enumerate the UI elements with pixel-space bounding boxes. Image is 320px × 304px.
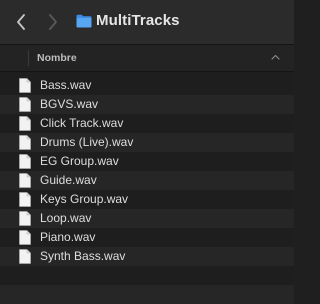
list-item[interactable]: Piano.wav (0, 228, 294, 247)
file-name: Bass.wav (40, 78, 92, 92)
list-item[interactable]: EG Group.wav (0, 152, 294, 171)
file-name: EG Group.wav (40, 154, 119, 168)
document-icon (19, 154, 31, 169)
list-item[interactable]: Bass.wav (0, 76, 294, 95)
list-item[interactable]: Synth Bass.wav (0, 247, 294, 266)
document-icon (19, 78, 31, 93)
document-icon (19, 211, 31, 226)
back-button[interactable] (12, 12, 30, 32)
chevron-right-icon (49, 14, 57, 30)
document-icon (19, 116, 31, 131)
column-header[interactable]: Nombre (0, 45, 294, 72)
folder-icon (76, 14, 92, 28)
list-item[interactable]: BGVS.wav (0, 95, 294, 114)
file-name: Guide.wav (40, 173, 97, 187)
list-item[interactable]: Keys Group.wav (0, 190, 294, 209)
document-icon (19, 135, 31, 150)
file-name: Loop.wav (40, 211, 92, 225)
column-name-label[interactable]: Nombre (37, 52, 77, 64)
list-item[interactable]: Click Track.wav (0, 114, 294, 133)
file-name: Drums (Live).wav (40, 135, 134, 149)
document-icon (19, 173, 31, 188)
list-item[interactable]: Drums (Live).wav (0, 133, 294, 152)
file-name: BGVS.wav (40, 97, 99, 111)
list-item[interactable]: Loop.wav (0, 209, 294, 228)
chevron-up-icon[interactable] (271, 54, 280, 60)
file-name: Synth Bass.wav (40, 249, 126, 263)
finder-window: MultiTracks Nombre Bass.wav BGVS.wav Cli… (0, 0, 294, 304)
file-name: Piano.wav (40, 230, 96, 244)
column-divider (28, 50, 29, 66)
document-icon (19, 97, 31, 112)
list-item[interactable]: Guide.wav (0, 171, 294, 190)
toolbar: MultiTracks (0, 0, 294, 45)
forward-button[interactable] (44, 12, 62, 32)
document-icon (19, 249, 31, 264)
file-name: Keys Group.wav (40, 192, 129, 206)
empty-row (0, 266, 294, 285)
document-icon (19, 230, 31, 245)
file-name: Click Track.wav (40, 116, 124, 130)
chevron-left-icon (17, 14, 25, 30)
empty-row (0, 285, 294, 304)
window-title: MultiTracks (96, 12, 180, 29)
document-icon (19, 192, 31, 207)
